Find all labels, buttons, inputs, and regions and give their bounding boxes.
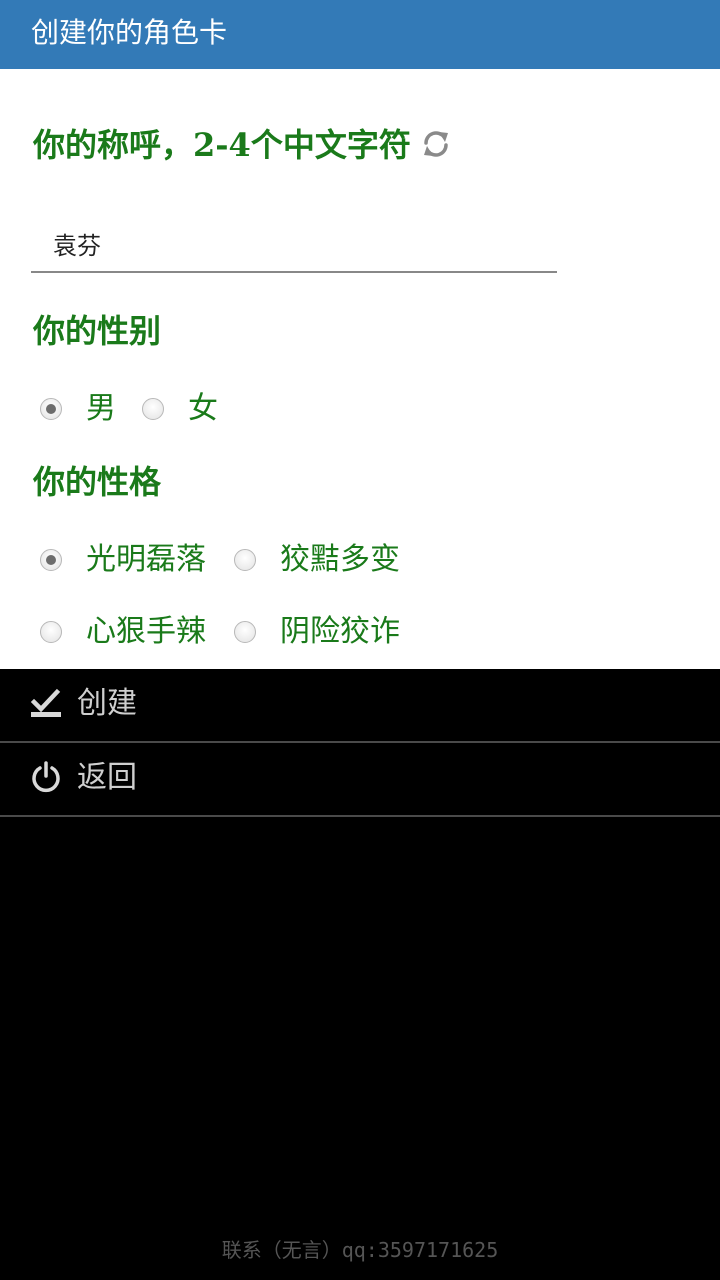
character-form: 你的称呼，2-4个中文字符 你的性别 男 女 你的性格 光明磊落 狡黠多变 [0, 69, 720, 669]
create-button[interactable]: 创建 [0, 669, 720, 743]
name-input[interactable] [31, 215, 557, 273]
create-label: 创建 [77, 686, 137, 721]
gender-option-label: 男 [86, 391, 116, 426]
back-label: 返回 [77, 760, 137, 795]
name-heading: 你的称呼，2-4个中文字符 [33, 125, 453, 165]
personality-option-label: 狡黠多变 [280, 542, 400, 577]
personality-option-label: 光明磊落 [86, 542, 206, 577]
page-title: 创建你的角色卡 [31, 16, 228, 49]
back-button[interactable]: 返回 [0, 743, 720, 817]
personality-heading: 你的性格 [33, 463, 162, 501]
personality-options-row-1: 光明磊落 狡黠多变 [0, 538, 720, 582]
name-heading-text: 你的称呼，2-4个中文字符 [33, 126, 411, 164]
gender-option-label: 女 [188, 391, 218, 426]
refresh-icon[interactable] [419, 127, 453, 161]
radio-button[interactable] [234, 621, 256, 643]
gender-heading: 你的性别 [33, 312, 162, 350]
personality-options-row-2: 心狠手辣 阴险狡诈 [0, 610, 720, 654]
radio-button[interactable] [40, 398, 62, 420]
create-check-icon [30, 687, 62, 719]
gender-options: 男 女 [0, 387, 720, 431]
personality-option-label: 阴险狡诈 [280, 614, 400, 649]
radio-button[interactable] [40, 549, 62, 571]
radio-button[interactable] [142, 398, 164, 420]
contact-footer: 联系（无言）qq:3597171625 [221, 1238, 499, 1262]
power-icon [30, 761, 62, 793]
title-bar: 创建你的角色卡 [0, 0, 720, 69]
personality-option-label: 心狠手辣 [86, 614, 206, 649]
radio-button[interactable] [234, 549, 256, 571]
radio-button[interactable] [40, 621, 62, 643]
